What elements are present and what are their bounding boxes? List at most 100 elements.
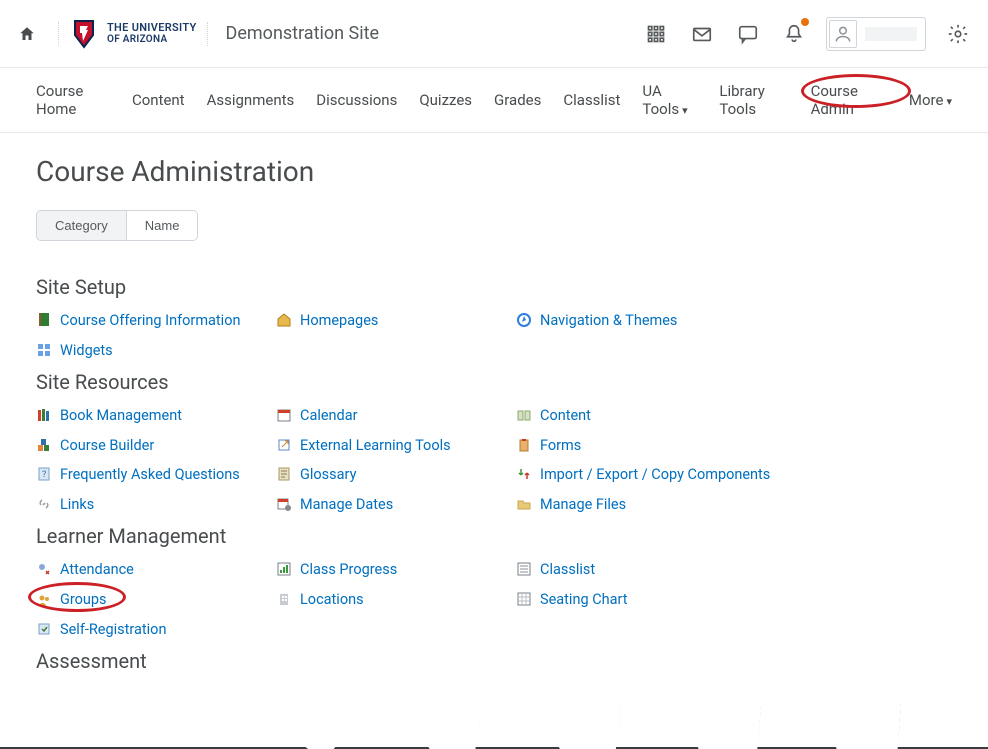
section-site-setup: Site Setup — [36, 275, 952, 299]
nav-content[interactable]: Content — [132, 91, 185, 109]
book-icon — [36, 312, 52, 328]
torn-edge-decoration — [0, 703, 988, 749]
chevron-down-icon: ▾ — [946, 95, 952, 108]
question-icon: ? — [36, 466, 52, 482]
nav-more[interactable]: More▾ — [909, 91, 952, 109]
tool-link-label: Groups — [60, 590, 107, 610]
tool-groups[interactable]: Groups — [36, 590, 276, 610]
tool-link-label: Import / Export / Copy Components — [540, 465, 770, 485]
section-site-resources: Site Resources — [36, 370, 952, 394]
nav-quizzes[interactable]: Quizzes — [419, 91, 472, 109]
tool-link-label: Classlist — [540, 560, 595, 580]
blocks-icon — [36, 437, 52, 453]
tool-classlist[interactable]: Classlist — [516, 560, 776, 580]
tool-import-export[interactable]: Import / Export / Copy Components — [516, 465, 776, 485]
tool-link-label: Manage Dates — [300, 495, 393, 515]
apps-grid-icon[interactable] — [642, 20, 670, 48]
section-learner-management: Learner Management — [36, 524, 952, 548]
tool-homepages[interactable]: Homepages — [276, 311, 516, 331]
top-util-icons — [642, 17, 972, 51]
gear-icon[interactable] — [944, 20, 972, 48]
nav-assignments[interactable]: Assignments — [207, 91, 295, 109]
list-icon — [516, 561, 532, 577]
tool-manage-files[interactable]: Manage Files — [516, 495, 776, 515]
section-assessment: Assessment — [36, 649, 952, 673]
clipboard-icon — [516, 437, 532, 453]
chain-link-icon — [36, 496, 52, 512]
nav-ua-tools-label: UA Tools — [642, 82, 679, 118]
tool-self-registration[interactable]: Self-Registration — [36, 620, 276, 640]
user-menu[interactable] — [826, 17, 926, 51]
page-content: Course Administration Category Name Site… — [0, 133, 988, 725]
tool-external-learning-tools[interactable]: External Learning Tools — [276, 436, 516, 456]
chevron-down-icon: ▾ — [682, 104, 688, 117]
attendance-icon — [36, 561, 52, 577]
nav-library-tools[interactable]: Library Tools — [719, 82, 788, 118]
tool-course-builder[interactable]: Course Builder — [36, 436, 276, 456]
nav-grades[interactable]: Grades — [494, 91, 541, 109]
glossary-icon — [276, 466, 292, 482]
tool-link-label: Calendar — [300, 406, 358, 426]
tool-class-progress[interactable]: Class Progress — [276, 560, 516, 580]
nav-more-label: More — [909, 91, 944, 109]
ua-shield-icon — [69, 19, 99, 49]
tool-course-offering-information[interactable]: Course Offering Information — [36, 311, 276, 331]
import-export-icon — [516, 466, 532, 482]
mail-icon[interactable] — [688, 20, 716, 48]
tool-links[interactable]: Links — [36, 495, 276, 515]
nav-ua-tools[interactable]: UA Tools▾ — [642, 82, 697, 118]
tool-locations[interactable]: Locations — [276, 590, 516, 610]
compass-icon — [516, 312, 532, 328]
home-icon[interactable] — [16, 23, 38, 45]
tool-link-label: Frequently Asked Questions — [60, 465, 240, 485]
nav-course-admin[interactable]: Course Admin — [811, 82, 858, 118]
tool-link-label: Locations — [300, 590, 364, 610]
tool-forms[interactable]: Forms — [516, 436, 776, 456]
toggle-name-button[interactable]: Name — [126, 211, 198, 240]
org-name-line2: OF ARIZONA — [107, 34, 197, 45]
tool-link-label: Navigation & Themes — [540, 311, 677, 331]
avatar-icon — [829, 20, 857, 48]
people-icon — [36, 592, 52, 608]
tool-link-label: Links — [60, 495, 94, 515]
top-navbar: THE UNIVERSITY OF ARIZONA Demonstration … — [0, 0, 988, 68]
org-name: THE UNIVERSITY OF ARIZONA — [107, 22, 197, 45]
org-logo[interactable]: THE UNIVERSITY OF ARIZONA — [69, 19, 197, 49]
site-title[interactable]: Demonstration Site — [226, 23, 380, 44]
bell-icon[interactable] — [780, 20, 808, 48]
nav-course-home[interactable]: Course Home — [36, 82, 110, 118]
tool-link-label: Self-Registration — [60, 620, 166, 640]
tool-faq[interactable]: ? Frequently Asked Questions — [36, 465, 276, 485]
tool-glossary[interactable]: Glossary — [276, 465, 516, 485]
external-tool-icon — [276, 437, 292, 453]
toggle-category-button[interactable]: Category — [37, 211, 126, 240]
progress-icon — [276, 561, 292, 577]
tool-link-label: Book Management — [60, 406, 182, 426]
grid-icon — [516, 591, 532, 607]
nav-classlist[interactable]: Classlist — [563, 91, 620, 109]
tool-link-label: Content — [540, 406, 591, 426]
house-icon — [276, 312, 292, 328]
user-name-placeholder — [865, 27, 917, 41]
tool-attendance[interactable]: Attendance — [36, 560, 276, 580]
tool-calendar[interactable]: Calendar — [276, 406, 516, 426]
tool-seating-chart[interactable]: Seating Chart — [516, 590, 776, 610]
tool-link-label: Manage Files — [540, 495, 626, 515]
course-nav: Course Home Content Assignments Discussi… — [0, 68, 988, 133]
tool-link-label: External Learning Tools — [300, 436, 451, 456]
folder-icon — [516, 496, 532, 512]
tool-navigation-themes[interactable]: Navigation & Themes — [516, 311, 776, 331]
tool-content[interactable]: Content — [516, 406, 776, 426]
chat-icon[interactable] — [734, 20, 762, 48]
nav-discussions[interactable]: Discussions — [316, 91, 397, 109]
org-name-line1: THE UNIVERSITY — [107, 22, 197, 34]
tool-link-label: Attendance — [60, 560, 134, 580]
tool-link-label: Forms — [540, 436, 581, 456]
notification-dot-icon — [801, 18, 809, 26]
tool-manage-dates[interactable]: Manage Dates — [276, 495, 516, 515]
books-icon — [36, 407, 52, 423]
calendar-icon — [276, 407, 292, 423]
tool-widgets[interactable]: Widgets — [36, 341, 276, 361]
tool-link-label: Course Builder — [60, 436, 154, 456]
tool-book-management[interactable]: Book Management — [36, 406, 276, 426]
